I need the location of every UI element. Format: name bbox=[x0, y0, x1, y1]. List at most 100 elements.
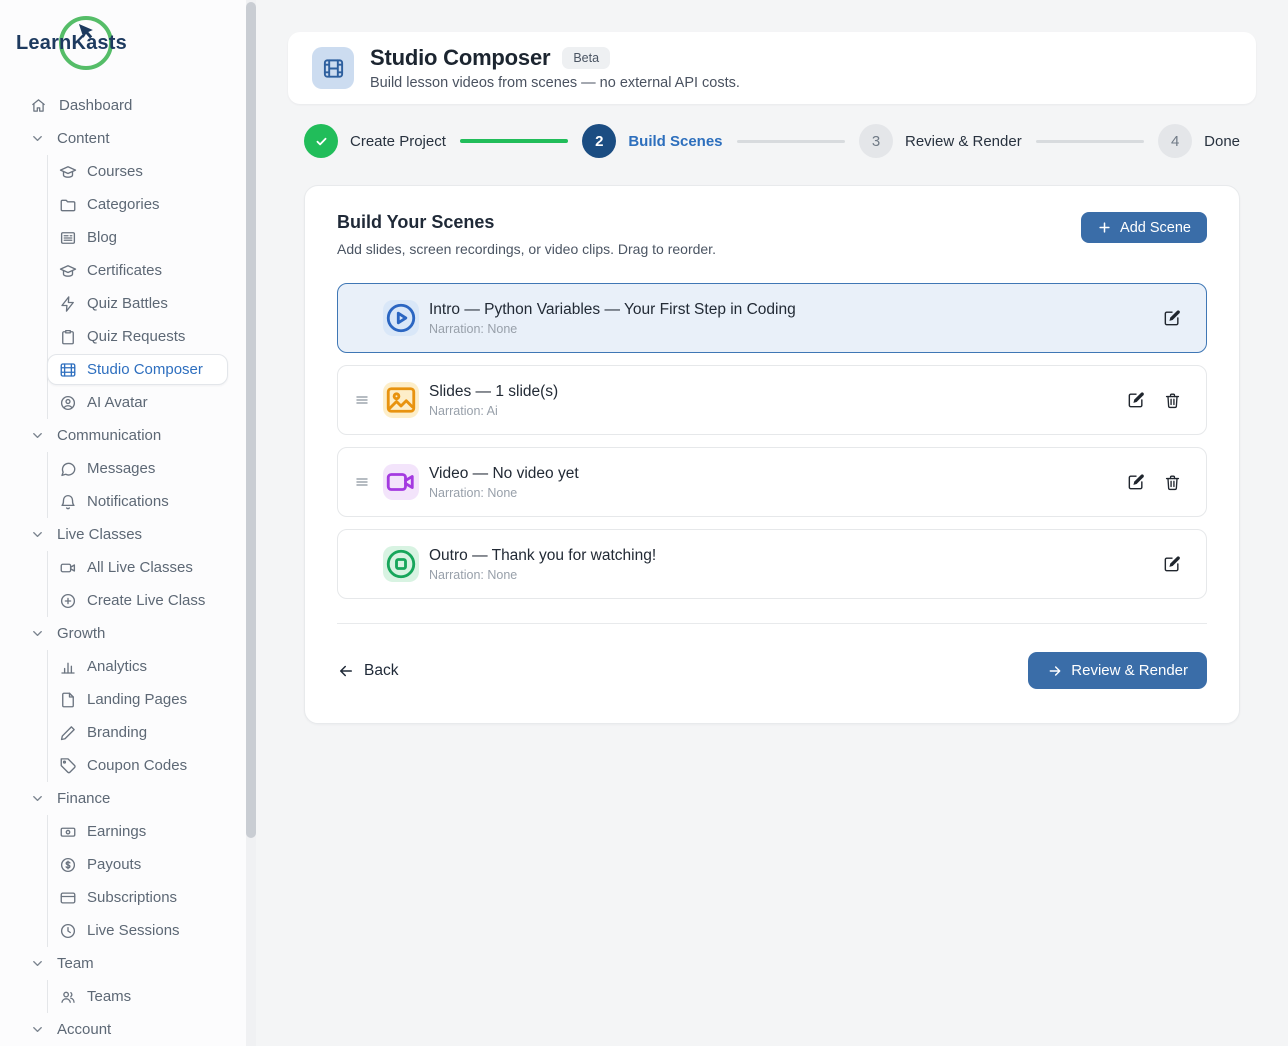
drag-handle[interactable] bbox=[354, 392, 370, 408]
sidebar-item-teams[interactable]: Teams bbox=[59, 980, 256, 1013]
page-title: Studio Composer bbox=[370, 45, 550, 71]
step-build-scenes[interactable]: 2 Build Scenes bbox=[582, 124, 722, 158]
sidebar-item-dashboard[interactable]: Dashboard bbox=[0, 89, 256, 122]
check-icon bbox=[313, 133, 330, 150]
add-scene-button[interactable]: Add Scene bbox=[1081, 212, 1207, 243]
sidebar-item-categories[interactable]: Categories bbox=[59, 188, 256, 221]
stepper: Create Project 2 Build Scenes 3Review & Ren… bbox=[304, 120, 1240, 162]
credit-card-icon bbox=[59, 889, 77, 907]
banknote-icon bbox=[59, 823, 77, 841]
review-render-button[interactable]: Review & Render bbox=[1028, 652, 1207, 689]
sidebar-item-analytics[interactable]: Analytics bbox=[59, 650, 256, 683]
sidebar-item-earnings[interactable]: Earnings bbox=[59, 815, 256, 848]
scene-row-outro[interactable]: Outro — Thank you for watching!Narration… bbox=[337, 529, 1207, 599]
scene-narration: Narration: None bbox=[429, 322, 796, 336]
sidebar-item-ai-avatar[interactable]: AI Avatar bbox=[59, 386, 256, 419]
scene-row-slides[interactable]: Slides — 1 slide(s) Narration: Ai bbox=[337, 365, 1207, 435]
sidebar-item-live-sessions[interactable]: Live Sessions bbox=[59, 914, 256, 947]
sidebar-item-subscriptions[interactable]: Subscriptions bbox=[59, 881, 256, 914]
edit-scene-button[interactable] bbox=[1126, 390, 1146, 410]
sidebar-item-quiz-battles[interactable]: Quiz Battles bbox=[59, 287, 256, 320]
step-connector bbox=[1036, 140, 1144, 143]
sidebar-item-label: Dashboard bbox=[59, 97, 132, 114]
image-tile bbox=[383, 382, 419, 418]
chevron-down-icon bbox=[30, 791, 45, 806]
arrow-right-icon bbox=[1047, 663, 1063, 679]
edit-scene-button[interactable] bbox=[1126, 472, 1146, 492]
panel-title: Build Your Scenes bbox=[337, 212, 716, 233]
step-label: Build Scenes bbox=[628, 133, 722, 150]
scene-title: Slides — 1 slide(s) bbox=[429, 383, 558, 401]
sidebar-item-certificates[interactable]: Certificates bbox=[59, 254, 256, 287]
folder-icon bbox=[59, 196, 77, 214]
step-review-render[interactable]: 3Review & Render bbox=[859, 124, 1022, 158]
film-icon bbox=[59, 361, 77, 379]
step-circle: 2 bbox=[582, 124, 616, 158]
sidebar-item-coupon-codes[interactable]: Coupon Codes bbox=[59, 749, 256, 782]
file-icon bbox=[59, 691, 77, 709]
scene-narration: Narration: None bbox=[429, 486, 579, 500]
sidebar-item-communication[interactable]: Communication bbox=[0, 419, 256, 452]
sidebar-item-landing-pages[interactable]: Landing Pages bbox=[59, 683, 256, 716]
review-render-label: Review & Render bbox=[1071, 662, 1188, 679]
sidebar-item-label: Earnings bbox=[87, 823, 146, 840]
sidebar-item-courses[interactable]: Courses bbox=[59, 155, 256, 188]
grip-icon bbox=[354, 392, 370, 408]
step-create-project[interactable]: Create Project bbox=[304, 124, 446, 158]
sidebar-item-messages[interactable]: Messages bbox=[59, 452, 256, 485]
add-scene-label: Add Scene bbox=[1120, 220, 1191, 236]
clipboard-icon bbox=[59, 328, 77, 346]
step-label: Create Project bbox=[350, 133, 446, 150]
drag-handle[interactable] bbox=[354, 474, 370, 490]
sidebar-item-account[interactable]: Account bbox=[0, 1013, 256, 1046]
logo: LearnKasts bbox=[0, 0, 256, 88]
sidebar-item-all-live-classes[interactable]: All Live Classes bbox=[59, 551, 256, 584]
panel-subtitle: Add slides, screen recordings, or video … bbox=[337, 241, 716, 257]
message-circle-icon bbox=[59, 460, 77, 478]
sidebar-item-growth[interactable]: Growth bbox=[0, 617, 256, 650]
delete-scene-button[interactable] bbox=[1163, 391, 1182, 410]
video-cam-icon bbox=[383, 464, 419, 500]
sidebar-item-studio-composer[interactable]: Studio Composer bbox=[47, 354, 228, 385]
dollar-circle-icon bbox=[59, 856, 77, 874]
sidebar-item-create-live-class[interactable]: Create Live Class bbox=[59, 584, 256, 617]
sidebar-scrollbar-thumb[interactable] bbox=[246, 2, 256, 838]
back-button[interactable]: Back bbox=[337, 662, 398, 680]
chevron-down-icon bbox=[30, 626, 45, 641]
edit-icon bbox=[1162, 554, 1182, 574]
chevron-down-icon bbox=[30, 131, 45, 146]
sidebar-item-label: Certificates bbox=[87, 262, 162, 279]
sidebar-item-label: Team bbox=[57, 955, 94, 972]
edit-scene-button[interactable] bbox=[1162, 308, 1182, 328]
step-label: Done bbox=[1204, 133, 1240, 150]
users-icon bbox=[59, 988, 77, 1006]
sidebar-item-finance[interactable]: Finance bbox=[0, 782, 256, 815]
sidebar-item-blog[interactable]: Blog bbox=[59, 221, 256, 254]
step-done[interactable]: 4Done bbox=[1158, 124, 1240, 158]
scene-row-intro[interactable]: Intro — Python Variables — Your First St… bbox=[337, 283, 1207, 353]
sidebar-group-communication: MessagesNotifications bbox=[47, 452, 256, 518]
sidebar-item-payouts[interactable]: Payouts bbox=[59, 848, 256, 881]
sidebar-item-notifications[interactable]: Notifications bbox=[59, 485, 256, 518]
sidebar-group-live-classes: All Live Classes Create Live Class bbox=[47, 551, 256, 617]
scene-row-video[interactable]: Video — No video yet Narration: None bbox=[337, 447, 1207, 517]
sidebar-scrollbar[interactable] bbox=[246, 0, 256, 1046]
play-circle-tile bbox=[383, 300, 419, 336]
sidebar-item-label: Create Live Class bbox=[87, 592, 205, 609]
beta-badge: Beta bbox=[562, 47, 610, 69]
sidebar-item-team[interactable]: Team bbox=[0, 947, 256, 980]
sidebar-item-label: Analytics bbox=[87, 658, 147, 675]
scene-narration: Narration: Ai bbox=[429, 404, 558, 418]
sidebar-item-branding[interactable]: Branding bbox=[59, 716, 256, 749]
grip-icon bbox=[354, 474, 370, 490]
sidebar-item-live-classes[interactable]: Live Classes bbox=[0, 518, 256, 551]
sidebar-item-label: Landing Pages bbox=[87, 691, 187, 708]
sidebar-item-content[interactable]: Content bbox=[0, 122, 256, 155]
delete-scene-button[interactable] bbox=[1163, 473, 1182, 492]
sidebar-item-quiz-requests[interactable]: Quiz Requests bbox=[59, 320, 256, 353]
sidebar-group-team: Teams bbox=[47, 980, 256, 1013]
scene-title: Video — No video yet bbox=[429, 465, 579, 483]
bell-icon bbox=[59, 493, 77, 511]
trash-icon bbox=[1163, 391, 1182, 410]
edit-scene-button[interactable] bbox=[1162, 554, 1182, 574]
